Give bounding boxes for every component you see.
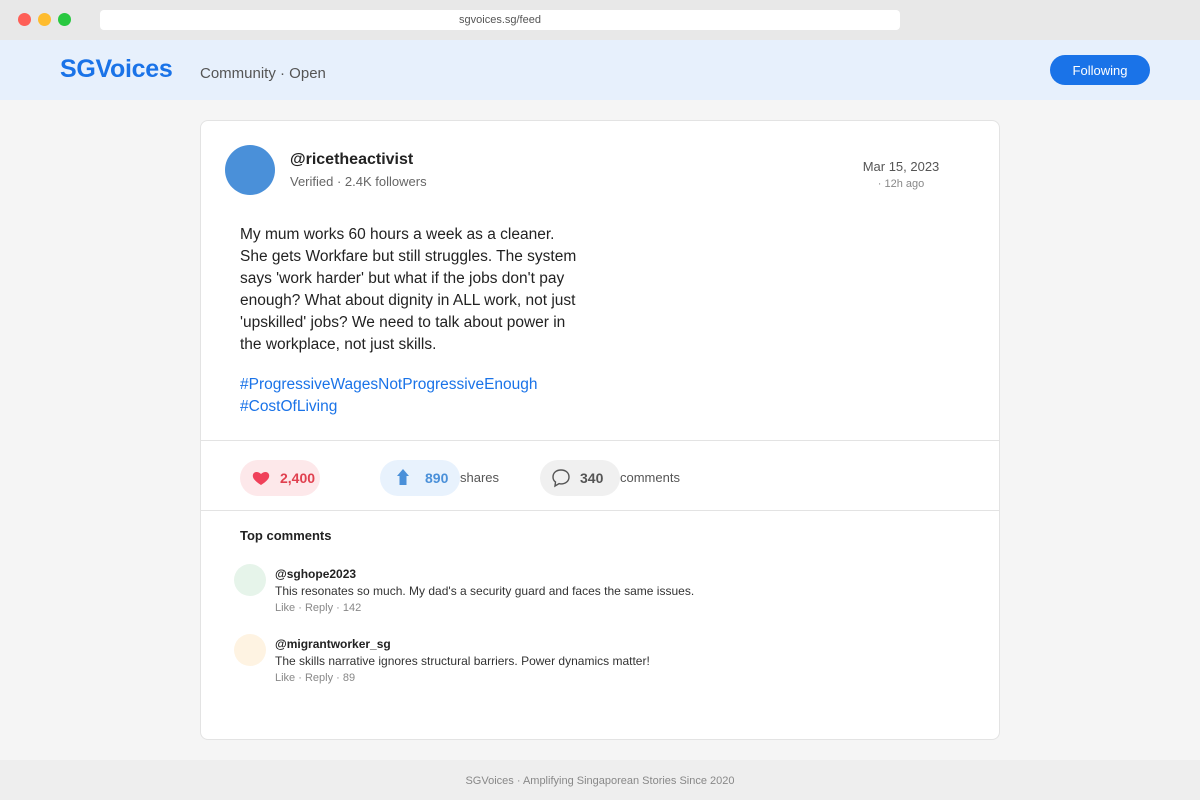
divider	[201, 440, 999, 441]
hashtag-link[interactable]: #ProgressiveWagesNotProgressiveEnough	[240, 374, 538, 396]
commenter-avatar[interactable]	[234, 634, 266, 666]
post-body-line: She gets Workfare but still struggles. T…	[240, 248, 577, 265]
comment-count: 340	[580, 470, 604, 486]
comment-button[interactable]: 340	[540, 460, 620, 496]
share-count: 890	[425, 470, 449, 486]
comment-reply-link[interactable]: Reply	[305, 602, 333, 614]
comment-like-link[interactable]: Like	[275, 672, 295, 684]
post-body-line: My mum works 60 hours a week as a cleane…	[240, 226, 555, 243]
comment-meta: Like · Reply · 142	[275, 602, 362, 614]
browser-chrome: sgvoices.sg/feed	[0, 0, 1200, 40]
comment-item: @sghope2023 This resonates so much. My d…	[234, 564, 934, 620]
comments-label: comments	[620, 470, 680, 485]
comment-like-link[interactable]: Like	[275, 602, 295, 614]
post-date: Mar 15, 2023	[862, 159, 940, 174]
heart-icon	[252, 471, 270, 485]
share-button[interactable]: 890	[380, 460, 460, 496]
close-window-icon[interactable]	[18, 13, 31, 26]
post-body-line: 'upskilled' jobs? We need to talk about …	[240, 314, 566, 331]
following-button[interactable]: Following	[1050, 55, 1150, 85]
post-body-line: enough? What about dignity in ALL work, …	[240, 292, 576, 309]
comment-reply-link[interactable]: Reply	[305, 672, 333, 684]
commenter-username[interactable]: @sghope2023	[275, 567, 356, 581]
site-header: SGVoices Community · Open Following	[0, 40, 1200, 100]
speech-bubble-icon	[552, 469, 570, 488]
commenter-username[interactable]: @migrantworker_sg	[275, 637, 391, 651]
site-logo[interactable]: SGVoices	[60, 55, 173, 84]
like-count: 2,400	[280, 470, 316, 486]
comment-text: The skills narrative ignores structural …	[275, 654, 650, 668]
post-body: My mum works 60 hours a week as a cleane…	[240, 224, 580, 356]
commenter-avatar[interactable]	[234, 564, 266, 596]
comment-text: This resonates so much. My dad's a secur…	[275, 584, 695, 598]
address-bar[interactable]: sgvoices.sg/feed	[100, 10, 900, 30]
post-card: @ricetheactivist Verified · 2.4K followe…	[200, 120, 1000, 740]
author-info: Verified · 2.4K followers	[290, 174, 427, 189]
top-comments-heading: Top comments	[240, 528, 332, 543]
author-username[interactable]: @ricetheactivist	[290, 151, 413, 169]
minimize-window-icon[interactable]	[38, 13, 51, 26]
comment-like-count: 142	[342, 602, 362, 614]
post-time-ago: · 12h ago	[877, 178, 925, 190]
author-avatar[interactable]	[225, 145, 275, 195]
maximize-window-icon[interactable]	[58, 13, 71, 26]
comment-like-count: 89	[342, 672, 356, 684]
divider	[201, 510, 999, 511]
community-status: Community · Open	[200, 65, 326, 82]
comment-meta: Like · Reply · 89	[275, 672, 356, 684]
shares-label: shares	[460, 470, 500, 485]
site-footer: SGVoices · Amplifying Singaporean Storie…	[0, 760, 1200, 800]
like-button[interactable]: 2,400	[240, 460, 320, 496]
comment-item: @migrantworker_sg The skills narrative i…	[234, 634, 934, 690]
hashtag-link[interactable]: #CostOfLiving	[240, 396, 538, 418]
hashtag-list: #ProgressiveWagesNotProgressiveEnough #C…	[240, 374, 538, 418]
share-arrow-icon	[397, 469, 409, 485]
post-body-line: the workplace, not just skills.	[240, 336, 437, 353]
post-body-line: says 'work harder' but what if the jobs …	[240, 270, 565, 287]
